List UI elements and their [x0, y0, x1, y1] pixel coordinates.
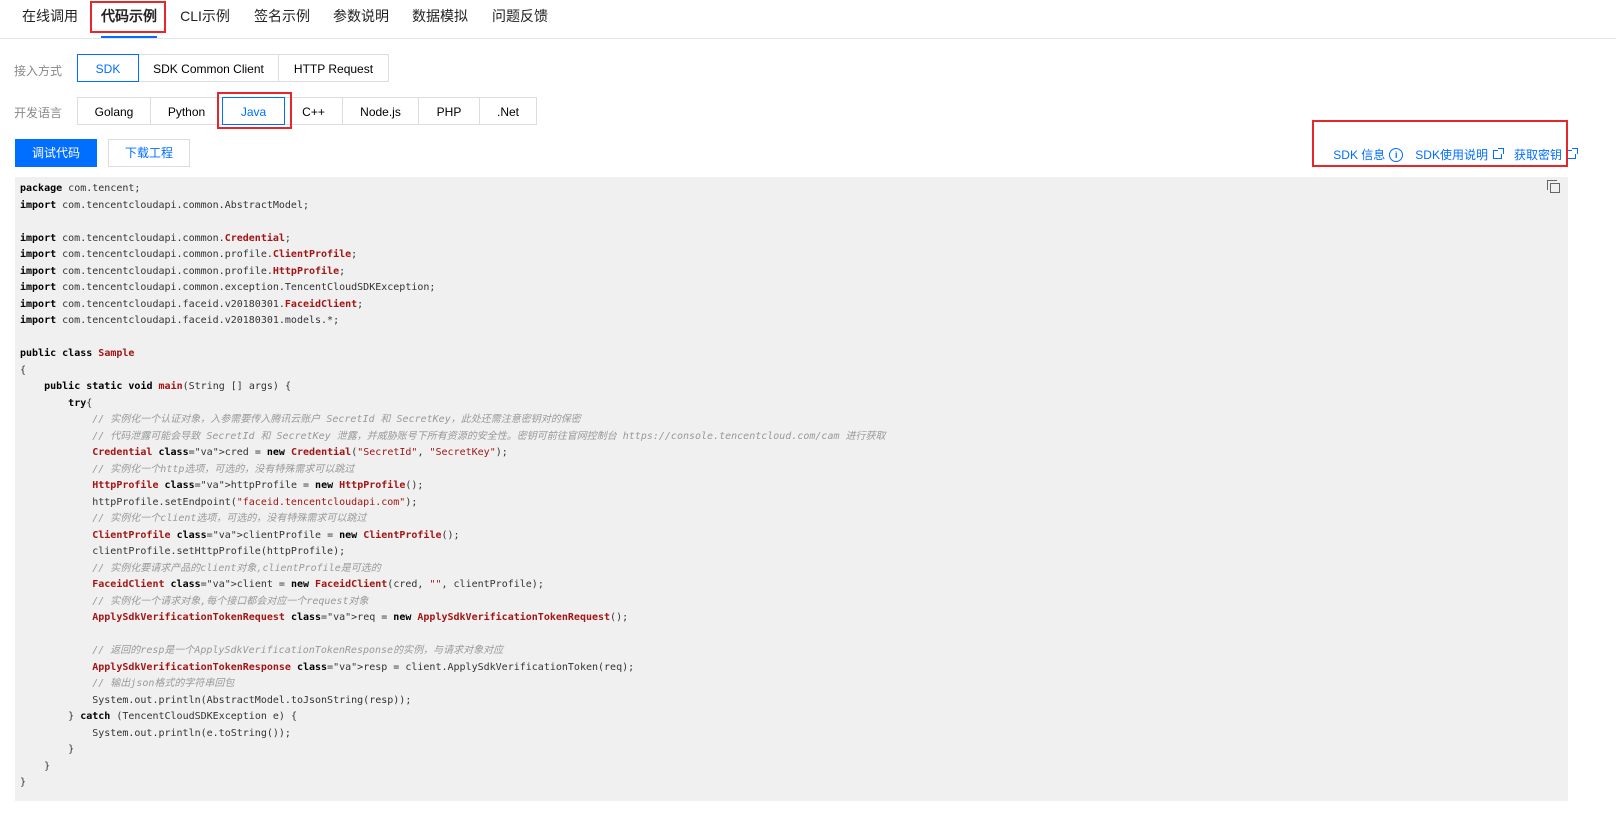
code-line: import com.tencentcloudapi.faceid.v20180…: [20, 298, 364, 310]
lang-option-java[interactable]: Java: [222, 97, 285, 125]
tab-code-example-label: 代码示例: [101, 8, 157, 24]
code-line: }: [20, 777, 27, 788]
code-line: import com.tencentcloudapi.common.profil…: [20, 249, 358, 260]
copy-icon[interactable]: [1547, 180, 1560, 193]
code-line: HttpProfile class="va">httpProfile = new…: [92, 480, 424, 491]
code-line: System.out.println(AbstractModel.toJsonS…: [20, 694, 412, 706]
code-line: FaceidClient class="va">client = new Fac…: [92, 579, 544, 590]
code-line: // 实例化一个请求对象,每个接口都会对应一个request对象: [20, 595, 369, 607]
sdk-usage-label: SDK使用说明: [1415, 148, 1488, 162]
tab-data-mock[interactable]: 数据模拟: [412, 0, 468, 36]
code-line: httpProfile.setEndpoint("faceid.tencentc…: [20, 496, 418, 508]
code-line: // 实例化要请求产品的client对象,clientProfile是可选的: [20, 562, 381, 574]
download-project-button[interactable]: 下载工程: [108, 139, 190, 167]
tab-cli-example[interactable]: CLI示例: [180, 0, 230, 36]
code-line: Credential class="va">cred = new Credent…: [92, 447, 508, 458]
code-line: ApplySdkVerificationTokenRequest class="…: [92, 612, 629, 623]
access-option-sdk[interactable]: SDK: [77, 54, 139, 82]
code-line: {: [20, 364, 27, 376]
sdk-info-label: SDK 信息: [1333, 148, 1386, 162]
code-line: }: [20, 744, 75, 755]
code-line: package com.tencent;: [20, 183, 141, 194]
info-icon: i: [1389, 147, 1404, 162]
lang-option-nodejs[interactable]: Node.js: [342, 97, 419, 125]
code-line: } catch (TencentCloudSDKException e) {: [20, 711, 297, 722]
external-link-icon: [1492, 148, 1504, 159]
code-line: // 返回的resp是一个ApplySdkVerificationTokenRe…: [20, 645, 504, 656]
code-line: System.out.println(e.toString());: [20, 727, 291, 739]
tab-online-call[interactable]: 在线调用: [22, 0, 78, 36]
code-line: // 代码泄露可能会导致 SecretId 和 SecretKey 泄露，并威胁…: [20, 430, 886, 442]
access-option-sdk-common-client[interactable]: SDK Common Client: [138, 54, 279, 82]
code-line: clientProfile.setHttpProfile(httpProfile…: [20, 546, 346, 557]
tab-code-example[interactable]: 代码示例: [101, 0, 157, 38]
code-line: import com.tencentcloudapi.common.except…: [20, 282, 436, 293]
code-line: // 实例化一个client选项，可选的，没有特殊需求可以跳过: [20, 513, 367, 524]
code-line: // 输出json格式的字符串回包: [20, 678, 235, 689]
access-method-label: 接入方式: [14, 64, 63, 78]
lang-option-php[interactable]: PHP: [418, 97, 480, 125]
code-line: public class Sample: [20, 348, 135, 359]
get-key-label: 获取密钥: [1513, 148, 1562, 162]
sdk-info-link[interactable]: SDK 信息 i: [1333, 146, 1404, 163]
tab-feedback[interactable]: 问题反馈: [492, 0, 548, 36]
code-line: // 实例化一个http选项，可选的，没有特殊需求可以跳过: [20, 463, 355, 475]
active-tab-indicator: [101, 36, 157, 38]
code-line: import com.tencentcloudapi.common.profil…: [20, 265, 346, 277]
get-key-link[interactable]: 获取密钥: [1513, 146, 1578, 163]
tab-signature-example[interactable]: 签名示例: [254, 0, 310, 36]
lang-option-python[interactable]: Python: [150, 97, 223, 125]
code-line: ClientProfile class="va">clientProfile =…: [92, 529, 460, 541]
external-link-icon: [1567, 148, 1578, 159]
language-selector: Golang Python Java C++ Node.js PHP .Net: [77, 97, 537, 125]
language-label: 开发语言: [14, 106, 63, 120]
tab-param-description[interactable]: 参数说明: [333, 0, 389, 36]
code-line: }: [20, 760, 51, 772]
code-line: // 实例化一个认证对象，入参需要传入腾讯云账户 SecretId 和 Secr…: [20, 414, 581, 425]
sdk-links: SDK 信息 i SDK使用说明 获取密钥: [1321, 146, 1578, 163]
lang-option-dotnet[interactable]: .Net: [479, 97, 537, 125]
code-line: import com.tencentcloudapi.common.Creden…: [20, 232, 291, 244]
code-line: import com.tencentcloudapi.common.Abstra…: [20, 199, 309, 211]
code-block: package com.tencent; import com.tencentc…: [15, 177, 1568, 801]
debug-code-button[interactable]: 调试代码: [15, 139, 97, 167]
lang-option-cpp[interactable]: C++: [284, 97, 343, 125]
code-line: try{: [68, 397, 93, 409]
lang-option-golang[interactable]: Golang: [77, 97, 151, 125]
code-content: package com.tencent; import com.tencentc…: [15, 177, 1568, 792]
code-line: public static void main(String [] args) …: [44, 381, 291, 392]
access-method-selector: SDK SDK Common Client HTTP Request: [77, 54, 389, 82]
access-option-http-request[interactable]: HTTP Request: [278, 54, 389, 82]
top-tabs: 在线调用 代码示例 CLI示例 签名示例 参数说明 数据模拟 问题反馈: [0, 0, 1616, 39]
code-line: import com.tencentcloudapi.faceid.v20180…: [20, 315, 340, 326]
sdk-usage-link[interactable]: SDK使用说明: [1415, 146, 1504, 163]
code-line: ApplySdkVerificationTokenResponse class=…: [92, 661, 635, 673]
